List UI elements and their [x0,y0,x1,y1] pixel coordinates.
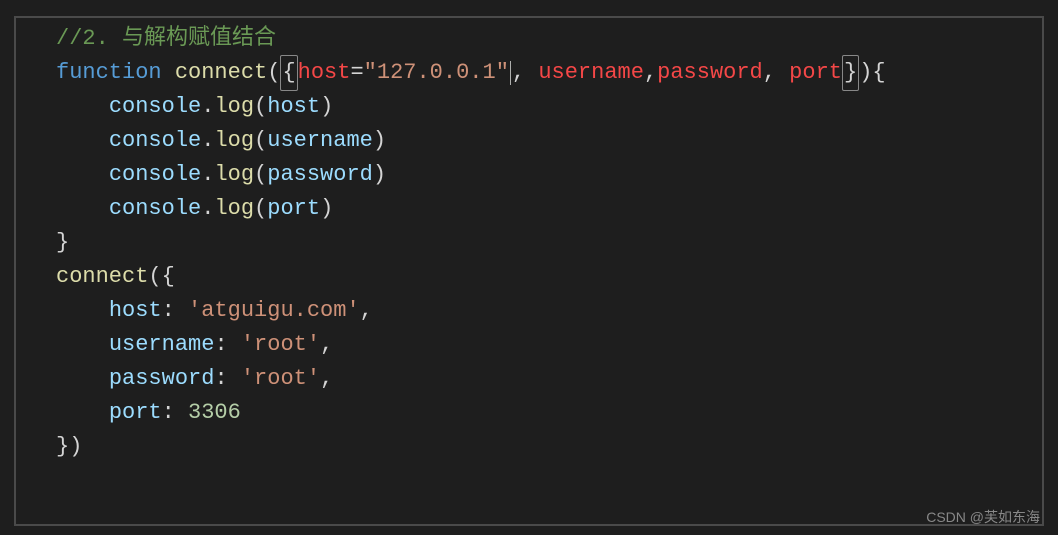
arg: password [267,158,373,192]
comma: , [320,362,333,396]
code-line-9[interactable]: host: 'atguigu.com', [56,294,1042,328]
rbrace: } [56,226,69,260]
keyword-function: function [56,56,162,90]
code-line-12[interactable]: port: 3306 [56,396,1042,430]
text-cursor [510,61,511,85]
lparen: ( [267,56,280,90]
dot: . [201,124,214,158]
code-line-5[interactable]: console.log(password) [56,158,1042,192]
prop-host: host [109,294,162,328]
param-username: username [538,56,644,90]
comma: , [644,56,657,90]
rparen: ) [859,56,872,90]
val-username: 'root' [241,328,320,362]
lparen: ( [254,192,267,226]
lparen: ( [254,90,267,124]
editor-frame: //2. 与解构赋值结合 function connect({host="127… [14,16,1044,526]
lparen: ( [254,124,267,158]
obj-console: console [109,124,201,158]
code-line-4[interactable]: console.log(username) [56,124,1042,158]
code-line-2[interactable]: function connect({host="127.0.0.1", user… [56,56,1042,90]
param-host: host [298,56,351,90]
lparen: ( [148,260,161,294]
code-line-8[interactable]: connect({ [56,260,1042,294]
comment: //2. 与解构赋值结合 [56,22,276,56]
obj-console: console [109,192,201,226]
dot: . [201,192,214,226]
param-password: password [657,56,763,90]
code-line-1[interactable]: //2. 与解构赋值结合 [56,22,1042,56]
call-connect: connect [56,260,148,294]
code-line-6[interactable]: console.log(port) [56,192,1042,226]
equals: = [350,56,363,90]
val-host: 'atguigu.com' [188,294,360,328]
code-line-10[interactable]: username: 'root', [56,328,1042,362]
code-line-3[interactable]: console.log(host) [56,90,1042,124]
colon: : [162,294,175,328]
watermark: CSDN @芙如东海 [926,507,1040,529]
arg: port [267,192,320,226]
rparen: ) [373,124,386,158]
lbrace: { [162,260,175,294]
comma: , [512,56,525,90]
colon: : [214,328,227,362]
obj-console: console [109,90,201,124]
code-line-11[interactable]: password: 'root', [56,362,1042,396]
rbrace: } [56,430,69,464]
code-editor[interactable]: //2. 与解构赋值结合 function connect({host="127… [16,22,1042,464]
method-log: log [214,124,254,158]
obj-console: console [109,158,201,192]
rparen: ) [69,430,82,464]
comma: , [360,294,373,328]
comma: , [763,56,776,90]
colon: : [214,362,227,396]
method-log: log [214,158,254,192]
arg: host [267,90,320,124]
arg: username [267,124,373,158]
comma: , [320,328,333,362]
lparen: ( [254,158,267,192]
function-name: connect [175,56,267,90]
rparen: ) [320,90,333,124]
method-log: log [214,192,254,226]
val-password: 'root' [241,362,320,396]
code-line-7[interactable]: } [56,226,1042,260]
dot: . [201,158,214,192]
prop-port: port [109,396,162,430]
val-port: 3306 [188,396,241,430]
prop-password: password [109,362,215,396]
prop-username: username [109,328,215,362]
param-port: port [789,56,842,90]
string-default: "127.0.0.1" [364,56,509,90]
lcurly: { [872,56,885,90]
rbrace-highlight: } [842,55,859,91]
code-line-13[interactable]: }) [56,430,1042,464]
colon: : [162,396,175,430]
rparen: ) [320,192,333,226]
dot: . [201,90,214,124]
method-log: log [214,90,254,124]
lbrace-highlight: { [280,55,297,91]
rparen: ) [373,158,386,192]
